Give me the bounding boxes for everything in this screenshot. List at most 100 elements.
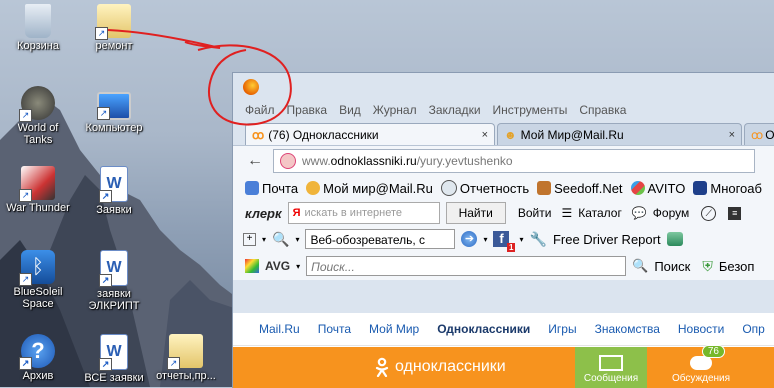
- shortcut-arrow-icon: ↗: [167, 357, 180, 370]
- klerk-forum-link[interactable]: Форум: [653, 206, 689, 220]
- dropdown-arrow-icon[interactable]: ▾: [262, 235, 266, 244]
- shield-icon[interactable]: ⛨: [702, 258, 713, 275]
- bookmark-label: AVITO: [647, 180, 686, 196]
- bookmark-pochta[interactable]: Почта: [245, 181, 298, 196]
- ok-logo[interactable]: одноклассники: [375, 357, 506, 377]
- search-toolbar: + ▾ 🔍 ▾ Веб-обозреватель, с ➔ ▾ f1 ▾ 🔧 F…: [233, 226, 774, 252]
- word-document-icon: W ↗: [99, 166, 128, 203]
- bookmark-seedoff[interactable]: Seedoff.Net: [537, 181, 623, 196]
- facebook-icon[interactable]: f1: [493, 231, 516, 252]
- desktop-icon-label: заявки ЭЛКРИПТ: [88, 288, 140, 312]
- calculator-icon[interactable]: ≡: [728, 206, 742, 220]
- tab-label: (76) Одноклассники: [268, 127, 379, 142]
- desktop-icon-vse-zayavki[interactable]: W ↗ ВСЕ заявки: [78, 334, 150, 384]
- desktop-icon-war-thunder[interactable]: ↗ War Thunder: [2, 166, 74, 214]
- desktop-icon-bluesoleil[interactable]: ᛒ ↗ BlueSoleil Space: [2, 250, 74, 310]
- klerk-login-link[interactable]: Войти: [518, 206, 552, 220]
- mailru-portal-nav: Mail.Ru Почта Мой Мир Одноклассники Игры…: [233, 313, 774, 346]
- search-magnifier-icon[interactable]: 🔍: [272, 231, 289, 248]
- war-thunder-icon: ↗: [19, 166, 55, 202]
- free-driver-report[interactable]: Free Driver Report: [553, 232, 661, 247]
- dropdown-arrow-icon[interactable]: ▾: [296, 262, 300, 271]
- tab-third[interactable]: ꝏ Op: [744, 123, 774, 145]
- close-tab-icon[interactable]: ×: [729, 129, 735, 141]
- klerk-logo[interactable]: клерк: [245, 206, 282, 221]
- menu-file[interactable]: Файл: [245, 103, 275, 117]
- dropdown-arrow-icon[interactable]: ▾: [295, 235, 299, 244]
- yandex-icon: Я: [292, 207, 301, 219]
- title-bar: [233, 73, 774, 101]
- speech-bubbles-icon: [690, 356, 712, 370]
- nav-novosti[interactable]: Новости: [678, 322, 724, 336]
- menu-tools[interactable]: Инструменты: [493, 103, 568, 117]
- menu-view[interactable]: Вид: [339, 103, 361, 117]
- desktop-icon-computer[interactable]: ↗ Компьютер: [78, 86, 150, 134]
- desktop-icon-recycle-bin[interactable]: Корзина: [2, 4, 74, 52]
- dropdown-arrow-icon[interactable]: ▾: [483, 235, 487, 244]
- desktop-icon-label: World of Tanks: [17, 122, 59, 146]
- search-engine-select[interactable]: Веб-обозреватель, с: [305, 229, 456, 249]
- avg-search-input[interactable]: Поиск...: [306, 256, 627, 276]
- desktop-icon-remont[interactable]: ↗ ремонт: [78, 4, 150, 52]
- messages-button[interactable]: Сообщения: [575, 347, 647, 388]
- desktop-icon-world-of-tanks[interactable]: ↗ World of Tanks: [2, 86, 74, 146]
- desktop-icon-zayavki-elkript[interactable]: W ↗ заявки ЭЛКРИПТ: [78, 250, 150, 312]
- klerk-toolbar: клерк Я искать в интернете Найти Войти ☰…: [233, 200, 774, 226]
- nav-mailru[interactable]: Mail.Ru: [259, 322, 300, 336]
- bookmark-mnogoab[interactable]: Многоаб: [693, 181, 762, 196]
- nav-moy-mir[interactable]: Мой Мир: [369, 322, 419, 336]
- avito-icon: [630, 181, 645, 195]
- bookmark-avito[interactable]: AVITO: [630, 180, 686, 196]
- desktop-icon-label: War Thunder: [6, 202, 70, 214]
- avg-logo[interactable]: AVG: [265, 259, 290, 273]
- desktop-icon-label: ремонт: [95, 40, 133, 52]
- plus-icon[interactable]: +: [243, 232, 256, 246]
- yandex-search-button[interactable]: Найти: [445, 202, 506, 224]
- face-icon: [440, 180, 457, 196]
- messages-label: Сообщения: [583, 373, 639, 384]
- menu-edit[interactable]: Правка: [287, 103, 328, 117]
- tab-moy-mir[interactable]: ☻ Мой Мир@Mail.Ru ×: [497, 123, 742, 145]
- shortcut-arrow-icon: ↗: [19, 109, 32, 122]
- back-arrow-icon[interactable]: ←: [247, 153, 263, 169]
- menu-bookmarks[interactable]: Закладки: [429, 103, 481, 117]
- search-icon[interactable]: 🔍: [632, 258, 648, 274]
- discussions-count-badge: 76: [701, 345, 725, 358]
- shortcut-arrow-icon: ↗: [99, 274, 112, 287]
- tab-odnoklassniki[interactable]: ꝏ (76) Одноклассники ×: [245, 123, 495, 145]
- discussions-button[interactable]: Обсуждения 76: [665, 345, 737, 388]
- nav-odnoklassniki[interactable]: Одноклассники: [437, 322, 530, 336]
- ok-header: одноклассники Сообщения Обсуждения 76: [233, 345, 774, 388]
- menu-history[interactable]: Журнал: [373, 103, 417, 117]
- tab-strip: ꝏ (76) Одноклассники × ☻ Мой Мир@Mail.Ru…: [233, 121, 774, 145]
- close-tab-icon[interactable]: ×: [482, 129, 488, 141]
- list-icon: ☰: [561, 206, 573, 220]
- nav-pochta[interactable]: Почта: [318, 322, 351, 336]
- compass-icon[interactable]: ⟋: [701, 205, 717, 221]
- bookmark-otchetnost[interactable]: Отчетность: [440, 180, 529, 196]
- envelope-icon: [599, 355, 623, 371]
- desktop-icon-label: Компьютер: [85, 122, 143, 134]
- word-document-icon: W ↗: [99, 334, 128, 371]
- menu-bar: Файл Правка Вид Журнал Закладки Инструме…: [233, 99, 774, 121]
- menu-help[interactable]: Справка: [579, 103, 626, 117]
- nav-opr[interactable]: Опр: [742, 322, 765, 336]
- discussions-label: Обсуждения: [671, 373, 731, 384]
- bookmark-moy-mir[interactable]: Мой мир@Mail.Ru: [306, 181, 433, 196]
- desktop-icon-otchety[interactable]: ↗ отчеты,пр...: [150, 334, 222, 382]
- dropdown-arrow-icon[interactable]: ▾: [519, 235, 523, 244]
- firefox-window: Файл Правка Вид Журнал Закладки Инструме…: [232, 72, 774, 388]
- desktop-icon-arhiv[interactable]: ? ↗ Архив: [2, 334, 74, 382]
- yandex-search-input[interactable]: Я искать в интернете: [287, 202, 440, 224]
- go-arrow-icon[interactable]: ➔: [461, 231, 478, 247]
- address-bar[interactable]: www. odnoklassniki.ru/yury.yevtushenko: [273, 149, 755, 173]
- desktop-icon-zayavki[interactable]: W ↗ Заявки: [78, 166, 150, 216]
- avg-search-button[interactable]: Поиск: [654, 259, 690, 274]
- avg-safe-link[interactable]: Безоп: [719, 259, 755, 274]
- wrench-icon[interactable]: 🔧: [530, 231, 547, 248]
- nav-igry[interactable]: Игры: [548, 322, 576, 336]
- addon-icon[interactable]: [666, 232, 683, 246]
- firefox-logo-icon[interactable]: [243, 79, 259, 95]
- nav-znakomstva[interactable]: Знакомства: [595, 322, 660, 336]
- klerk-catalog-link[interactable]: Каталог: [578, 206, 622, 220]
